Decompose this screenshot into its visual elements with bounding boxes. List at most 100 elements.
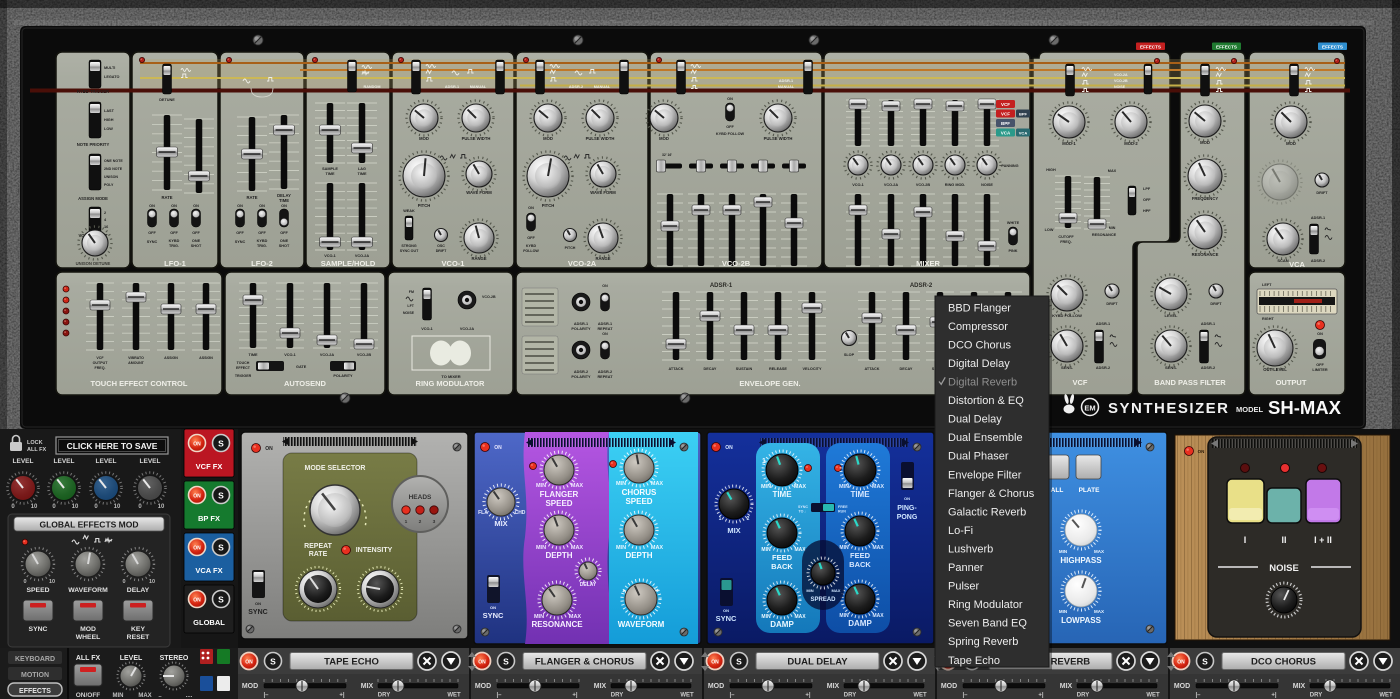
svg-text:OFF: OFF — [170, 231, 178, 235]
svg-text:RING MOD.: RING MOD. — [945, 183, 965, 187]
svg-text:MOTION: MOTION — [21, 672, 49, 679]
svg-text:10: 10 — [158, 504, 165, 510]
svg-text:OSC: OSC — [437, 244, 445, 248]
svg-text:ON: ON — [1317, 332, 1323, 336]
svg-text:Panner: Panner — [948, 562, 984, 574]
svg-text:VCO-1: VCO-1 — [442, 259, 465, 268]
svg-text:DEPTH: DEPTH — [625, 551, 652, 560]
svg-text:SPEED: SPEED — [625, 497, 652, 506]
svg-text:ON: ON — [281, 204, 287, 208]
svg-text:VCO-1: VCO-1 — [324, 254, 336, 258]
svg-text:TO ♩: TO ♩ — [798, 510, 808, 514]
svg-text:LPF: LPF — [1143, 187, 1151, 191]
svg-text:2: 2 — [747, 516, 750, 522]
svg-text:VCO-2A: VCO-2A — [568, 259, 597, 268]
svg-text:MIXER: MIXER — [916, 259, 940, 268]
svg-text:NOTE PRIORITY: NOTE PRIORITY — [77, 142, 110, 147]
svg-text:ADSR-1: ADSR-1 — [710, 283, 733, 289]
svg-text:LOCK: LOCK — [27, 440, 43, 446]
svg-text:WHITE: WHITE — [1007, 221, 1020, 225]
svg-text:10: 10 — [49, 579, 55, 585]
svg-text:AMOUNT: AMOUNT — [128, 361, 145, 365]
svg-text:RATE: RATE — [309, 551, 328, 558]
svg-text:LOW: LOW — [1045, 228, 1054, 232]
svg-text:MIX: MIX — [361, 683, 374, 690]
svg-text:LEVEL: LEVEL — [13, 458, 34, 465]
svg-text:DEPTH: DEPTH — [545, 551, 572, 560]
svg-text:Digital Reverb: Digital Reverb — [948, 377, 1017, 389]
svg-text:2ND NOTE: 2ND NOTE — [104, 167, 123, 171]
svg-text:RESONANCE: RESONANCE — [531, 620, 583, 629]
svg-text:POLARITY: POLARITY — [333, 374, 353, 378]
svg-text:VCO-2B: VCO-2B — [482, 295, 496, 299]
svg-text:DRY: DRY — [844, 693, 856, 699]
svg-text:MIX: MIX — [1293, 683, 1306, 690]
svg-text:S: S — [1202, 657, 1208, 667]
svg-text:S: S — [736, 657, 742, 667]
svg-text:EM: EM — [1084, 404, 1095, 413]
svg-text:RING MODULATOR: RING MODULATOR — [416, 379, 485, 388]
svg-text:ONE NOTE: ONE NOTE — [104, 159, 123, 163]
svg-text:SHOT: SHOT — [279, 244, 290, 248]
svg-text:LEVEL: LEVEL — [120, 655, 143, 662]
svg-text:DETUNE: DETUNE — [159, 98, 175, 102]
svg-text:|–: |– — [962, 693, 968, 699]
svg-text:|–: |– — [1195, 693, 1201, 699]
svg-text:2: 2 — [419, 519, 422, 525]
svg-text:DCO Chorus: DCO Chorus — [948, 339, 1011, 351]
svg-text:I: I — [1244, 535, 1247, 545]
svg-text:+|: +| — [1271, 693, 1277, 699]
svg-text:FREQ.: FREQ. — [95, 366, 106, 370]
svg-text:S: S — [218, 595, 224, 605]
svg-text:ATTACK: ATTACK — [668, 367, 683, 371]
svg-text:WAVE FORM: WAVE FORM — [466, 190, 492, 195]
svg-text:MIX: MIX — [594, 683, 607, 690]
svg-text:HPF: HPF — [1143, 209, 1151, 213]
svg-text:SYNC: SYNC — [147, 240, 158, 244]
svg-text:DRIFT: DRIFT — [1316, 191, 1328, 195]
svg-text:MOD: MOD — [80, 626, 96, 633]
svg-text:DAMP: DAMP — [770, 620, 794, 629]
svg-text:ON: ON — [494, 445, 502, 451]
svg-text:SLOP: SLOP — [844, 353, 855, 357]
svg-text:ONE: ONE — [192, 239, 201, 243]
svg-text:TIME: TIME — [772, 490, 792, 499]
svg-text:OFF: OFF — [280, 231, 288, 235]
svg-text:DRY: DRY — [1310, 693, 1322, 699]
svg-text:MOD-1: MOD-1 — [1062, 141, 1076, 146]
svg-text:PLATE: PLATE — [1079, 487, 1100, 494]
svg-text:MAX: MAX — [872, 545, 884, 551]
svg-text:RESONANCE: RESONANCE — [1192, 252, 1219, 257]
svg-text:PULSE WIDTH: PULSE WIDTH — [586, 136, 615, 141]
svg-text:SCAN: SCAN — [1277, 258, 1288, 263]
svg-text:LFT: LFT — [407, 304, 414, 308]
svg-text:EFFECT: EFFECT — [236, 366, 251, 370]
svg-text:MANUAL: MANUAL — [470, 85, 487, 89]
svg-text:Dual Phaser: Dual Phaser — [948, 451, 1009, 463]
svg-text:DAMP: DAMP — [848, 619, 872, 628]
svg-text:PING-: PING- — [897, 505, 917, 512]
svg-text:ADSR-1: ADSR-1 — [1201, 322, 1215, 326]
svg-text:FLANGER: FLANGER — [540, 490, 579, 499]
svg-text:RANDOM: RANDOM — [363, 85, 380, 89]
svg-text:VCO-2B: VCO-2B — [722, 259, 751, 268]
svg-text:MOD: MOD — [419, 136, 429, 141]
svg-text:SYNC: SYNC — [29, 626, 48, 633]
svg-text:DRIFT: DRIFT — [1210, 302, 1222, 306]
svg-text:ON: ON — [193, 494, 201, 500]
svg-text:PITCH: PITCH — [418, 203, 431, 208]
svg-text:LEVEL: LEVEL — [54, 458, 75, 465]
svg-text:MIX: MIX — [727, 526, 740, 535]
svg-text:VCA: VCA — [1001, 131, 1011, 136]
svg-text:RATE: RATE — [246, 195, 257, 200]
svg-text:MAX: MAX — [794, 484, 807, 490]
svg-text:FM: FM — [409, 290, 414, 294]
svg-text:MOD: MOD — [941, 683, 957, 690]
svg-text:MANUAL: MANUAL — [594, 85, 611, 89]
svg-text:BBD Flanger: BBD Flanger — [948, 302, 1011, 314]
svg-text:S: S — [218, 543, 224, 553]
svg-text:CHORUS: CHORUS — [622, 488, 657, 497]
svg-text:FOLLOW: FOLLOW — [523, 249, 539, 253]
svg-text:Spring Reverb: Spring Reverb — [948, 636, 1018, 648]
svg-text:REPEAT: REPEAT — [304, 543, 333, 550]
